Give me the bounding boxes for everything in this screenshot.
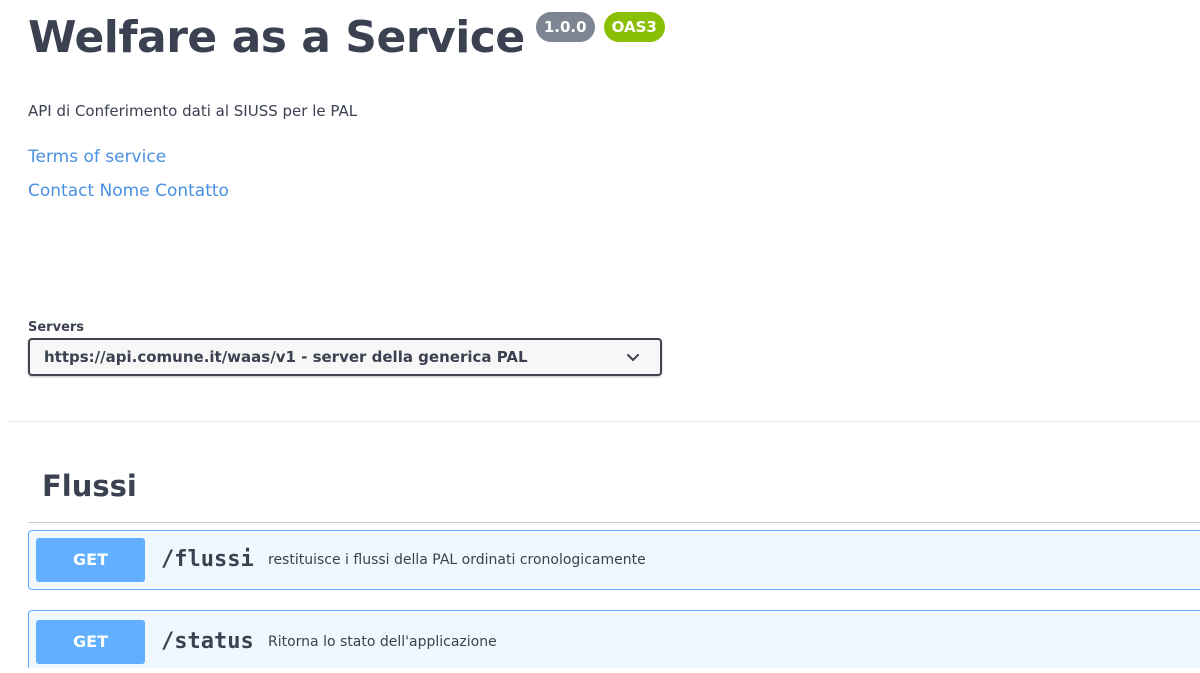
operation-get-flussi[interactable]: GET /flussi restituisce i flussi della P… — [28, 530, 1200, 590]
method-badge: GET — [36, 538, 145, 582]
operation-summary: Ritorna lo stato dell'applicazione — [268, 634, 497, 650]
server-select-value: https://api.comune.it/waas/v1 - server d… — [44, 348, 528, 366]
api-title: Welfare as a Service — [28, 12, 525, 63]
servers-section: Servers https://api.comune.it/waas/v1 - … — [28, 318, 662, 376]
contact-link[interactable]: Contact Nome Contatto — [28, 181, 229, 201]
operation-summary: restituisce i flussi della PAL ordinati … — [268, 552, 646, 568]
operation-path: /flussi — [161, 547, 254, 572]
chevron-down-icon — [627, 354, 639, 361]
operation-path: /status — [161, 629, 254, 654]
servers-label: Servers — [28, 320, 85, 335]
method-badge: GET — [36, 620, 145, 664]
api-description: API di Conferimento dati al SIUSS per le… — [28, 102, 358, 120]
tag-title[interactable]: Flussi — [42, 460, 137, 512]
oas-badge: OAS3 — [603, 12, 665, 42]
server-select[interactable]: https://api.comune.it/waas/v1 - server d… — [28, 338, 662, 376]
tag-divider — [28, 522, 1200, 523]
title-row: Welfare as a Service 1.0.0 OAS3 — [28, 8, 665, 68]
operation-get-status[interactable]: GET /status Ritorna lo stato dell'applic… — [28, 610, 1200, 668]
version-badge: 1.0.0 — [535, 12, 595, 42]
section-divider — [8, 421, 1200, 422]
terms-of-service-link[interactable]: Terms of service — [28, 147, 166, 167]
